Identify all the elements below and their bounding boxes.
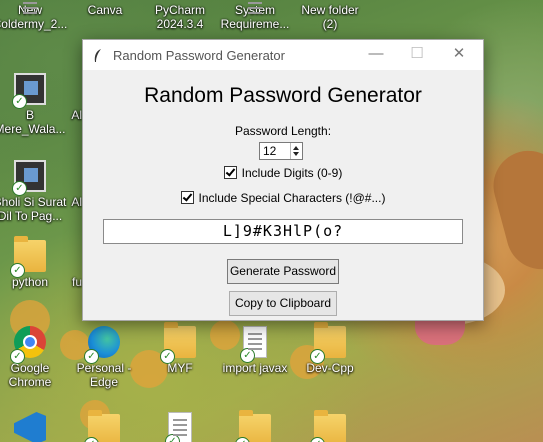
icon-label: MYF	[167, 361, 193, 375]
icon-label: System Requireme...	[220, 3, 290, 31]
icon-image-b[interactable]: ✓	[140, 412, 220, 442]
icon-label: Al	[71, 108, 82, 122]
icon-import-javax[interactable]: ✓ import javax	[215, 326, 295, 375]
window-title: Random Password Generator	[113, 48, 285, 63]
icon-label: New Coldermy_2...	[0, 3, 68, 31]
minimize-button[interactable]: —	[361, 44, 391, 64]
icon-al-2[interactable]: Al	[38, 160, 82, 209]
include-digits-label: Include Digits (0-9)	[241, 166, 343, 180]
icon-label: New folder (2)	[301, 3, 359, 31]
app-heading: Random Password Generator	[144, 84, 422, 107]
folder-icon: ✓	[160, 322, 196, 364]
spin-down-icon[interactable]	[293, 152, 299, 156]
close-button[interactable]: ✕	[444, 44, 474, 64]
spinbox-arrows	[290, 143, 302, 159]
icon-label: import javax	[222, 361, 288, 375]
icon-label: Dev-Cpp	[306, 361, 354, 375]
icon-label: Al	[71, 195, 82, 209]
folder-icon: ✓	[84, 410, 120, 442]
sync-check-icon: ✓	[12, 94, 27, 109]
password-length-value[interactable]: 12	[263, 144, 276, 158]
icon-folder-b3[interactable]: ✓	[290, 410, 370, 442]
icon-label: Google Chrome	[8, 361, 52, 389]
feather-icon	[94, 49, 101, 62]
sync-check-icon: ✓	[165, 434, 180, 442]
sync-check-icon: ✓	[10, 263, 25, 278]
sync-check-icon: ✓	[84, 349, 99, 364]
sync-check-icon: ✓	[10, 349, 25, 364]
password-output[interactable]: L]9#K3HlP(o?	[103, 219, 463, 244]
sync-check-icon: ✓	[160, 349, 175, 364]
include-digits-checkbox[interactable]	[223, 166, 237, 179]
maximize-button[interactable]: ☐	[402, 44, 432, 64]
sync-check-icon: ✓	[310, 349, 325, 364]
icon-vscode[interactable]	[0, 412, 70, 442]
edge-icon: ✓	[84, 326, 120, 364]
icon-fu[interactable]: fu	[42, 240, 82, 289]
sync-check-icon: ✓	[12, 181, 27, 196]
folder-icon: ✓	[310, 410, 346, 442]
include-digits-row[interactable]: Include Digits (0-9)	[83, 166, 483, 180]
icon-folder-b2[interactable]: ✓	[215, 410, 295, 442]
icon-al-1[interactable]: Al	[38, 73, 82, 122]
window-content: Random Password Generator Password Lengt…	[83, 70, 483, 320]
generate-password-button[interactable]: Generate Password	[227, 259, 339, 284]
sync-check-icon: ✓	[310, 437, 325, 442]
sync-check-icon: ✓	[84, 437, 99, 442]
icon-google-chrome[interactable]: ✓ Google Chrome	[0, 326, 70, 389]
vscode-icon	[14, 412, 46, 442]
icon-system-requirements[interactable]: System Requireme...	[215, 0, 295, 31]
icon-new-folder-2[interactable]: New folder (2)	[290, 0, 370, 31]
icon-folder-b1[interactable]: ✓	[64, 410, 144, 442]
copy-to-clipboard-button[interactable]: Copy to Clipboard	[229, 291, 337, 316]
doc-icon: ✓	[165, 412, 192, 442]
sync-check-icon: ✓	[240, 348, 255, 363]
password-length-spinbox[interactable]: 12	[259, 142, 303, 160]
icon-label: Canva	[87, 3, 123, 17]
icon-label: PyCharm 2024.3.4	[154, 3, 205, 31]
title-bar[interactable]: Random Password Generator — ☐ ✕	[83, 40, 483, 70]
include-special-row[interactable]: Include Special Characters (!@#...)	[83, 191, 483, 205]
password-generator-window: Random Password Generator — ☐ ✕ Random P…	[82, 39, 484, 321]
folder-icon: ✓	[310, 322, 346, 364]
icon-pycharm[interactable]: PyCharm 2024.3.4	[140, 0, 220, 31]
folder-icon: ✓	[235, 410, 271, 442]
icon-new-coldermy[interactable]: New Coldermy_2...	[0, 0, 70, 31]
icon-dev-cpp[interactable]: ✓ Dev-Cpp	[290, 322, 370, 375]
include-special-checkbox[interactable]	[180, 191, 194, 204]
icon-myf[interactable]: ✓ MYF	[140, 322, 220, 375]
sync-check-icon: ✓	[235, 437, 250, 442]
icon-label: fu	[71, 275, 82, 289]
spin-up-icon[interactable]	[293, 146, 299, 150]
icon-personal-edge[interactable]: ✓ Personal - Edge	[64, 326, 144, 389]
chrome-icon: ✓	[10, 326, 46, 364]
icon-label: Personal - Edge	[76, 361, 132, 389]
icon-canva[interactable]: Canva	[65, 0, 145, 17]
include-special-label: Include Special Characters (!@#...)	[198, 191, 386, 205]
doc-icon: ✓	[240, 326, 267, 363]
password-length-label: Password Length:	[234, 124, 332, 138]
